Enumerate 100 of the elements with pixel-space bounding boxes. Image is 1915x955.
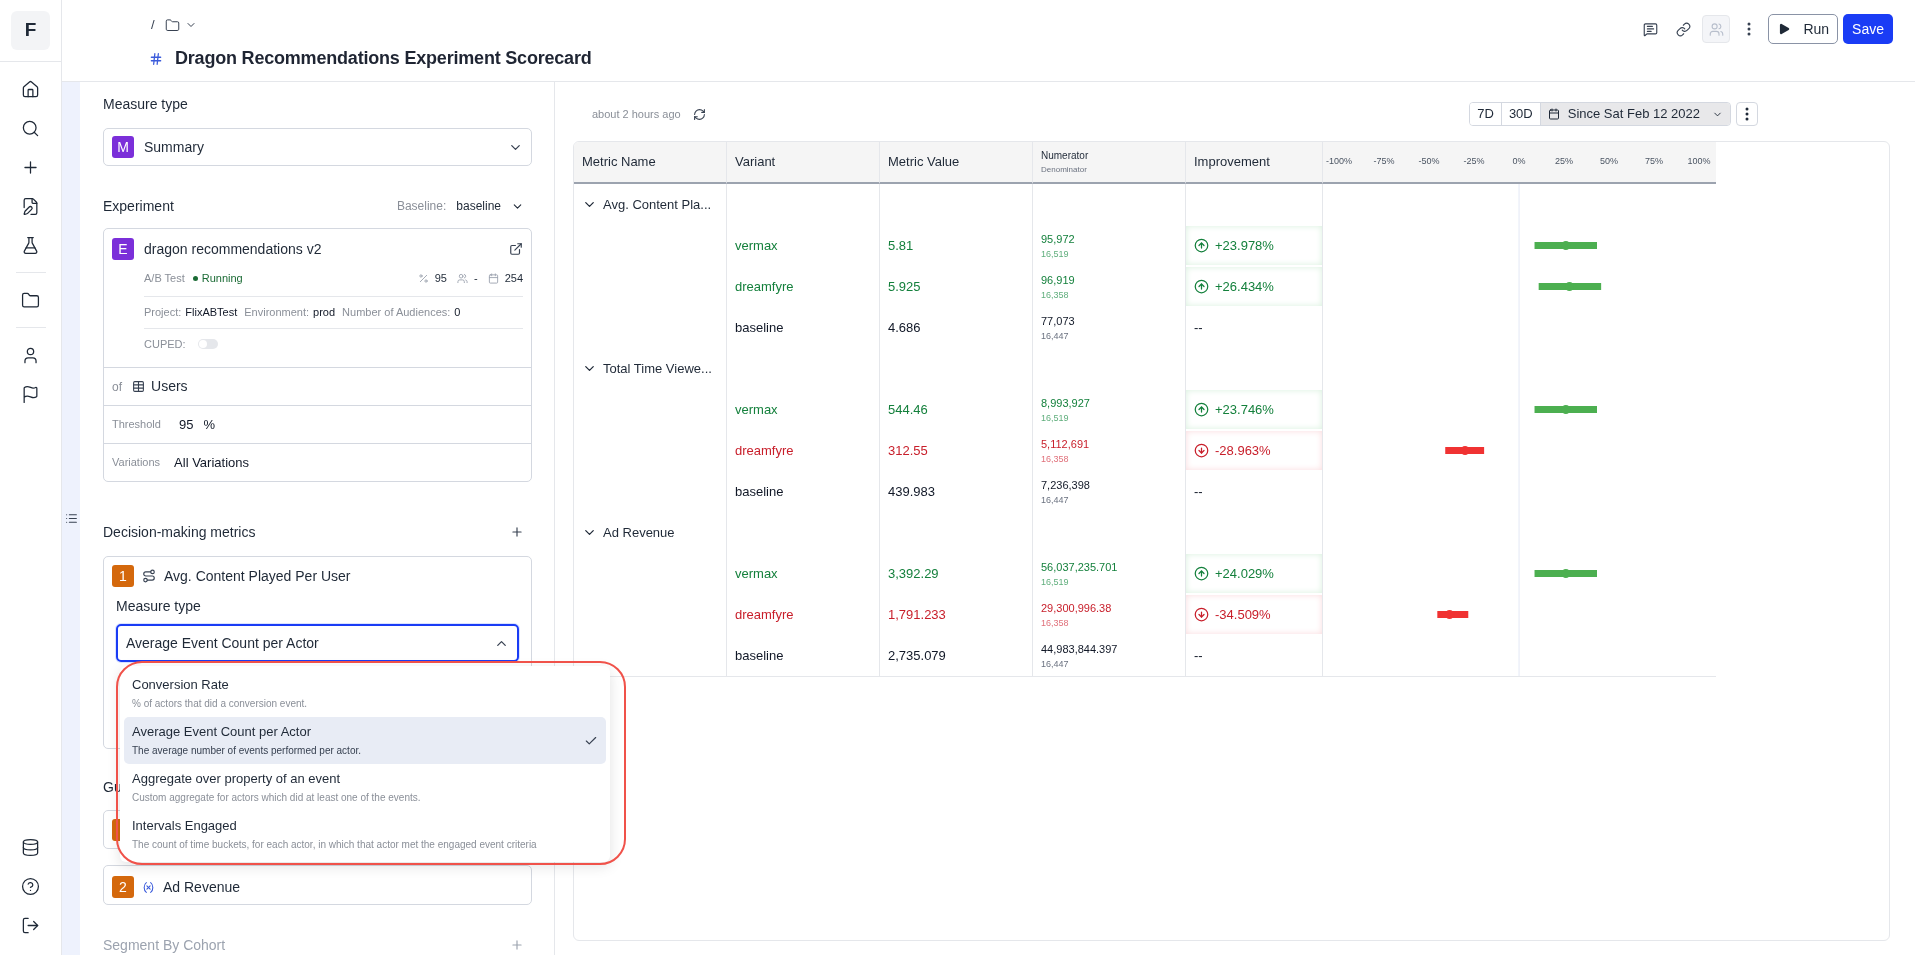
dropdown-option[interactable]: Conversion Rate % of actors that did a conversion event.	[124, 670, 606, 717]
measure-badge: M	[112, 136, 134, 158]
outline-toggle-icon[interactable]	[64, 512, 78, 525]
variations-label: Variations	[112, 455, 161, 471]
run-button[interactable]: Run	[1768, 14, 1839, 44]
improvement-value: -28.963%	[1215, 441, 1271, 460]
audiences-label: Number of Audiences:	[342, 305, 451, 321]
improvement-value: --	[1194, 318, 1203, 337]
route-icon	[142, 569, 156, 583]
baseline-select[interactable]: Baseline: baseline	[396, 197, 524, 215]
environment-label: Environment:	[244, 305, 310, 321]
cuped-toggle[interactable]	[197, 339, 218, 349]
denominator-cell: 16,519	[1041, 248, 1069, 259]
search-icon	[21, 118, 40, 138]
axis-tick-label: -50%	[1418, 155, 1440, 168]
metric-measure-select[interactable]: Average Event Count per Actor	[116, 624, 519, 662]
more-button[interactable]	[1736, 102, 1758, 126]
more-icon	[1745, 107, 1749, 121]
variant-cell-text: vermax	[735, 564, 778, 583]
option-title: Average Event Count per Actor	[132, 724, 312, 739]
select-value: Average Event Count per Actor	[126, 633, 320, 653]
metric-value-cell-text: 5.81	[888, 236, 914, 255]
measure-type-select[interactable]: M Summary	[103, 128, 532, 166]
column-subheader: Denominator	[1041, 165, 1087, 174]
save-button[interactable]: Save	[1843, 14, 1893, 44]
option-title: Conversion Rate	[132, 677, 230, 692]
confidence-interval-bar	[1538, 282, 1602, 291]
logout-icon	[21, 915, 40, 935]
audience-value: -	[473, 271, 478, 287]
option-description: % of actors that did a conversion event.	[132, 698, 309, 710]
improvement-value: +23.746%	[1215, 400, 1274, 419]
metric-name: Ad Revenue	[163, 877, 241, 897]
metric-name: Avg. Content Played Per User	[164, 566, 351, 586]
external-link-icon[interactable]	[509, 242, 523, 256]
experiment-name: dragon recommendations v2	[144, 239, 323, 259]
numerator-cell: 77,073	[1041, 314, 1075, 327]
metric-name-cell-text: Avg. Content Pla...	[603, 195, 712, 214]
numerator-cell: 29,300,996.38	[1041, 601, 1112, 614]
comment-icon	[1642, 21, 1658, 37]
user-icon	[21, 345, 40, 365]
flag-icon	[21, 384, 40, 404]
metric-name-cell-text: Ad Revenue	[603, 523, 675, 542]
numerator-cell: 56,037,235.701	[1041, 560, 1118, 573]
denominator-cell: 16,358	[1041, 453, 1069, 464]
option-description: Custom aggregate for actors which did at least one of the events.	[132, 792, 422, 804]
column-header: Improvement	[1194, 153, 1270, 172]
column-header: Numerator	[1041, 150, 1089, 161]
numerator-cell: 44,983,844.397	[1041, 642, 1118, 655]
share-icon	[1708, 21, 1724, 37]
denominator-cell: 16,358	[1041, 617, 1069, 628]
axis-tick-label: 100%	[1687, 155, 1711, 168]
table-icon	[132, 380, 145, 393]
arrow-up-icon	[1194, 566, 1209, 581]
metric-value-cell-text: 3,392.29	[888, 564, 939, 583]
percent-icon	[417, 273, 429, 284]
logo[interactable]: F	[11, 11, 50, 50]
cuped-label: CUPED:	[144, 336, 186, 352]
help-icon	[21, 876, 40, 896]
breadcrumb-separator: /	[151, 16, 155, 35]
improvement-value: +23.978%	[1215, 236, 1274, 255]
environment-value: prod	[313, 305, 336, 321]
axis-tick-label: -25%	[1463, 155, 1485, 168]
numerator-cell: 7,236,398	[1041, 478, 1090, 491]
file-edit-icon	[21, 196, 40, 216]
option-title: Aggregate over property of an event	[132, 771, 342, 786]
improvement-value: -34.509%	[1215, 605, 1271, 624]
variant-cell-text: vermax	[735, 236, 778, 255]
column-header: Variant	[735, 153, 776, 172]
project-label: Project:	[144, 305, 182, 321]
section-heading: Segment By Cohort	[103, 935, 226, 955]
metric-badge: 1	[112, 565, 134, 587]
section-heading: Decision-making metrics	[103, 522, 256, 542]
experiment-badge: E	[112, 238, 134, 260]
axis-tick-label: 0%	[1512, 155, 1526, 168]
threshold-label: Threshold	[112, 417, 161, 433]
variant-cell-text: dreamfyre	[735, 441, 794, 460]
numerator-cell: 96,919	[1041, 273, 1075, 286]
dropdown-option[interactable]: Aggregate over property of an event Custom aggregate for actors which did at least one of the events.	[124, 764, 606, 811]
denominator-cell: 16,447	[1041, 330, 1069, 341]
folder-dropdown[interactable]	[164, 17, 197, 33]
confidence-value: 95	[434, 271, 447, 287]
metric-value-cell-text: 5.925	[888, 277, 921, 296]
add-icon[interactable]	[510, 525, 524, 539]
page-title: Dragon Recommendations Experiment Scorecard	[175, 47, 592, 70]
experiment-type: A/B Test	[144, 271, 185, 287]
link-icon	[1675, 21, 1691, 37]
axis-tick-label: 50%	[1600, 155, 1619, 168]
axis-tick-label: 25%	[1555, 155, 1574, 168]
variations-value: All Variations	[174, 453, 249, 472]
dropdown-option[interactable]: Intervals Engaged The count of time buckets, for each actor, in which that actor met the engaged event criteria	[124, 811, 606, 858]
dropdown-option[interactable]: Average Event Count per Actor The average number of events performed per actor.	[124, 717, 606, 764]
column-header: Metric Value	[888, 153, 960, 172]
select-value: Summary	[144, 137, 205, 157]
refresh-icon[interactable]	[692, 107, 706, 121]
improvement-value: --	[1194, 482, 1203, 501]
metric-value-cell-text: 544.46	[888, 400, 928, 419]
numerator-cell: 5,112,691	[1041, 437, 1090, 450]
denominator-cell: 16,447	[1041, 494, 1069, 505]
date-range-select[interactable]: Since Sat Feb 12 2022	[1539, 103, 1730, 125]
project-value: FlixABTest	[185, 305, 238, 321]
